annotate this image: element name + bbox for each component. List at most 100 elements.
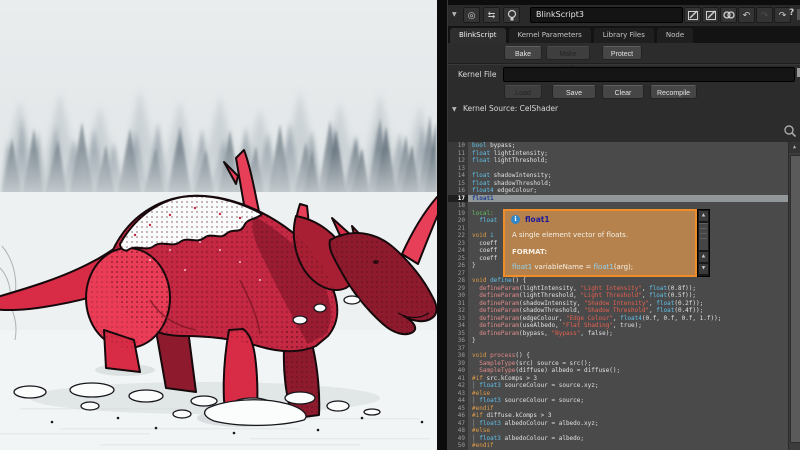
line-number: 49	[448, 435, 468, 443]
code-line[interactable]: 35 defineParam(bypass, "Bypass", false);	[448, 330, 800, 338]
line-number: 21	[448, 225, 468, 233]
autocomplete-down-button[interactable]: ▼	[699, 264, 708, 274]
line-number: 35	[448, 330, 468, 338]
load-button[interactable]: Load	[504, 85, 542, 99]
line-number: 28	[448, 277, 468, 285]
center-node-icon: ◎	[468, 9, 476, 22]
lightbulb-icon	[507, 9, 517, 22]
autocomplete-tooltip: i float1 A single element vector of floa…	[503, 209, 697, 277]
code-line[interactable]: 40 SampleType(diffuse) albedo = diffuse(…	[448, 367, 800, 375]
panel-divider[interactable]	[437, 0, 448, 450]
autocomplete-scroll-thumb[interactable]	[699, 223, 708, 250]
line-number: 37	[448, 345, 468, 353]
clone-link-button[interactable]	[720, 7, 737, 23]
bake-button[interactable]: Bake	[504, 46, 542, 60]
undo-button[interactable]: ↶	[738, 7, 755, 23]
autocomplete-scrollbar[interactable]: ▲ ▲ ▼	[697, 209, 710, 277]
line-number: 39	[448, 360, 468, 368]
center-node-button[interactable]: ◎	[463, 7, 480, 23]
code-line[interactable]: 30 defineParam(lightThreshold, "Light Th…	[448, 292, 800, 300]
knob-visibility-button[interactable]	[503, 7, 520, 23]
code-line[interactable]: 32 defineParam(shadowThreshold, "Shadow …	[448, 307, 800, 315]
make-live-button[interactable]: Make Live	[546, 46, 590, 60]
scroll-up-button[interactable]: ▲	[789, 142, 800, 153]
node-name-input[interactable]: BlinkScript3	[530, 7, 683, 23]
line-number: 12	[448, 157, 468, 165]
redo-button-disabled[interactable]: ↷	[756, 7, 773, 23]
code-line[interactable]: 48#else	[448, 427, 800, 435]
code-line[interactable]: 41#if src.kComps > 3	[448, 375, 800, 383]
autocomplete-up-button[interactable]: ▲	[699, 252, 708, 262]
save-button[interactable]: Save	[552, 85, 596, 99]
tab-kernel-parameters[interactable]: Kernel Parameters	[509, 28, 591, 43]
line-number: 32	[448, 307, 468, 315]
protect-button[interactable]: Protect	[602, 46, 642, 60]
editor-scrollbar[interactable]: ▲	[788, 142, 800, 450]
code-editor[interactable]: 10bool bypass;11float lightIntensity;12f…	[448, 142, 800, 450]
line-text: float lightThreshold;	[468, 157, 800, 165]
code-line[interactable]: 13	[448, 165, 800, 173]
tab-node[interactable]: Node	[657, 28, 693, 43]
code-line[interactable]: 16float4 edgeColour;	[448, 187, 800, 195]
line-number: 30	[448, 292, 468, 300]
tab-library-files[interactable]: Library Files	[594, 28, 654, 43]
code-line[interactable]: 45#endif	[448, 405, 800, 413]
tooltip-title: float1	[512, 215, 550, 224]
line-text: #endif	[468, 405, 800, 413]
line-text: float shadowThreshold;	[468, 180, 800, 188]
code-line[interactable]: 29 defineParam(lightIntensity, "Light In…	[448, 285, 800, 293]
line-text: #if diffuse.kComps > 3	[468, 412, 800, 420]
search-button[interactable]	[783, 123, 797, 137]
line-text: defineParam(shadowIntensity, "Shadow Int…	[468, 300, 800, 308]
line-text: #endif	[468, 442, 800, 450]
code-line[interactable]: 34 defineParam(useAlbedo, "Flat Shading"…	[448, 322, 800, 330]
code-line[interactable]: 37	[448, 345, 800, 353]
code-line[interactable]: 38void process() {	[448, 352, 800, 360]
line-number: 43	[448, 390, 468, 398]
code-line[interactable]: 11float lightIntensity;	[448, 150, 800, 158]
code-line[interactable]: 12float lightThreshold;	[448, 157, 800, 165]
code-line[interactable]: 33 defineParam(edgeColour, "Edge Colour"…	[448, 315, 800, 323]
code-line[interactable]: 44│ float3 sourceColour = source;	[448, 397, 800, 405]
code-line[interactable]: 42│ float3 sourceColour = source.xyz;	[448, 382, 800, 390]
float-window-1-button[interactable]	[684, 7, 701, 23]
help-button[interactable]: ?	[789, 8, 794, 18]
line-number: 34	[448, 322, 468, 330]
code-line[interactable]: 47│ float3 albedoColour = albedo.xyz;	[448, 420, 800, 428]
line-number: 27	[448, 270, 468, 278]
pencil-square-icon	[687, 9, 699, 21]
line-text: void process() {	[468, 352, 800, 360]
code-line[interactable]: 10bool bypass;	[448, 142, 800, 150]
line-number: 38	[448, 352, 468, 360]
clear-button[interactable]: Clear	[602, 85, 644, 99]
chain-link-icon	[722, 9, 736, 21]
recompile-button[interactable]: Recompile	[650, 85, 697, 99]
float-window-2-button[interactable]	[702, 7, 719, 23]
line-number: 48	[448, 427, 468, 435]
line-number: 25	[448, 255, 468, 263]
code-line[interactable]: 46#if diffuse.kComps > 3	[448, 412, 800, 420]
code-line[interactable]: 50#endif	[448, 442, 800, 450]
tooltip-format-label: FORMAT:	[512, 248, 547, 256]
code-line[interactable]: 14float shadowIntensity;	[448, 172, 800, 180]
code-line[interactable]: 15float shadowThreshold;	[448, 180, 800, 188]
kernel-source-collapse-triangle[interactable]: ▼	[452, 106, 457, 113]
line-text: │ float3 sourceColour = source;	[468, 397, 800, 405]
code-line[interactable]: 39 SampleType(src) source = src();	[448, 360, 800, 368]
tooltip-format-line: float1 variableName = float1(arg);	[512, 263, 633, 271]
code-line[interactable]: 17float1	[448, 195, 800, 203]
scrollbar-thumb[interactable]	[790, 155, 800, 443]
code-line[interactable]: 49│ float3 albedoColour = albedo;	[448, 435, 800, 443]
autocomplete-scroll-up-button[interactable]: ▲	[699, 211, 708, 221]
line-number: 40	[448, 367, 468, 375]
code-line[interactable]: 31 defineParam(shadowIntensity, "Shadow …	[448, 300, 800, 308]
node-color-triangle-icon[interactable]: ▼	[452, 11, 457, 18]
kernel-file-input[interactable]	[503, 67, 795, 82]
swap-arrows-icon: ⇆	[488, 9, 496, 22]
code-line[interactable]: 36}	[448, 337, 800, 345]
tab-blinkscript[interactable]: BlinkScript	[450, 28, 506, 43]
code-line[interactable]: 43#else	[448, 390, 800, 398]
float-panel-button[interactable]: ⇆	[483, 7, 500, 23]
code-line[interactable]: 28void define() {	[448, 277, 800, 285]
redo-icon: ↷	[761, 9, 769, 22]
